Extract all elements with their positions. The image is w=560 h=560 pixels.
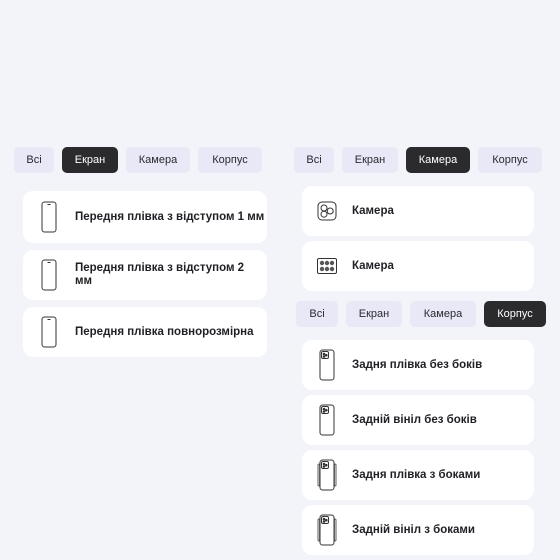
list-item-label: Передня плівка з відступом 2 мм [75,262,245,287]
list-item-camera-grid[interactable]: Камера [302,241,534,291]
tab-all[interactable]: Всі [14,147,54,173]
list-item-label: Задній вініл без боків [352,413,477,426]
list-item-label: Задня плівка з боками [352,468,481,481]
list-item-back-vinyl-with-sides[interactable]: Задній вініл з боками [302,505,534,555]
phone-back-sides-icon [302,513,352,547]
tab-all[interactable]: Всі [296,301,338,327]
list-item-label: Задній вініл з боками [352,523,475,536]
tab-body[interactable]: Корпус [478,147,542,173]
tab-screen[interactable]: Екран [62,147,118,173]
list-item-back-vinyl-no-sides[interactable]: Задній вініл без боків [302,395,534,445]
camera-module-grid-icon [302,258,352,274]
phone-front-icon [23,201,75,233]
phone-back-icon [302,349,352,381]
right-camera-tab-bar: Всі Екран Камера Корпус [294,147,542,173]
phone-back-icon [302,404,352,436]
list-item-back-film-with-sides[interactable]: Задня плівка з боками [302,450,534,500]
list-item-camera-round[interactable]: Камера [302,186,534,236]
tab-camera[interactable]: Камера [406,147,470,173]
list-item-label: Передня плівка з відступом 1 мм [75,210,265,223]
phone-front-icon [23,259,75,291]
phone-back-sides-icon [302,458,352,492]
camera-module-round-icon [302,201,352,221]
tab-all[interactable]: Всі [294,147,334,173]
tab-body[interactable]: Корпус [198,147,262,173]
list-item-label: Задня плівка без боків [352,358,483,371]
tab-screen[interactable]: Екран [342,147,398,173]
tab-camera[interactable]: Камера [410,301,476,327]
phone-front-icon [23,316,75,348]
tab-screen[interactable]: Екран [346,301,402,327]
tab-body[interactable]: Корпус [484,301,546,327]
right-body-tab-bar: Всі Екран Камера Корпус [296,301,546,327]
list-item-front-film-1mm[interactable]: Передня плівка з відступом 1 мм [23,191,267,243]
list-item-back-film-no-sides[interactable]: Задня плівка без боків [302,340,534,390]
list-item-front-film-2mm[interactable]: Передня плівка з відступом 2 мм [23,250,267,300]
list-item-label: Передня плівка повнорозмірна [75,325,254,338]
list-item-label: Камера [352,204,394,217]
list-item-label: Камера [352,259,394,272]
left-tab-bar: Всі Екран Камера Корпус [14,147,262,173]
list-item-front-film-full[interactable]: Передня плівка повнорозмірна [23,307,267,357]
tab-camera[interactable]: Камера [126,147,190,173]
